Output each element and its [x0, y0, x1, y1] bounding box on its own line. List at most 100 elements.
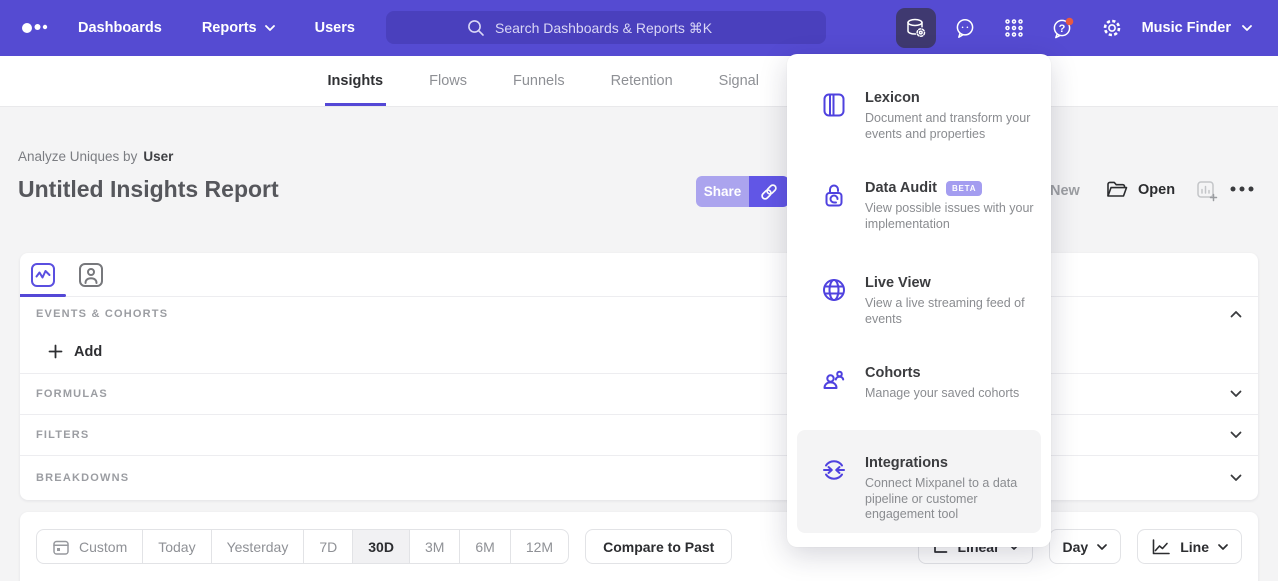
chevron-down-icon — [1230, 431, 1242, 439]
chevron-down-icon — [1097, 544, 1107, 550]
tab-insights[interactable]: Insights — [328, 56, 384, 106]
menu-item-title: Integrations — [865, 455, 1037, 471]
share-button-group: Share — [696, 176, 789, 207]
report-title[interactable]: Untitled Insights Report — [18, 176, 279, 203]
settings-button[interactable] — [1092, 8, 1132, 48]
date-range-today[interactable]: Today — [142, 530, 210, 563]
mixpanel-app: Dashboards Reports Users — [0, 0, 1278, 581]
apps-button[interactable] — [994, 8, 1034, 48]
project-switcher[interactable]: Music Finder — [1142, 0, 1252, 56]
notification-dot — [1066, 18, 1074, 26]
lexicon-book-icon — [821, 92, 847, 118]
add-to-board-button[interactable] — [1196, 180, 1218, 202]
menu-item-lexicon[interactable]: Lexicon Document and transform your even… — [821, 90, 1035, 142]
add-to-board-icon — [1196, 180, 1218, 202]
mixpanel-logo-icon[interactable] — [20, 20, 50, 36]
nav-reports[interactable]: Reports — [202, 20, 275, 36]
insights-view-tab[interactable] — [30, 262, 56, 288]
breakdowns-section-row[interactable]: BREAKDOWNS — [20, 455, 1258, 500]
plus-icon — [48, 344, 63, 359]
svg-text:?: ? — [1059, 23, 1066, 35]
date-range-30d[interactable]: 30D — [352, 530, 409, 563]
data-management-button[interactable] — [896, 8, 936, 48]
tab-signal[interactable]: Signal — [719, 56, 759, 106]
new-report-button[interactable]: New — [1050, 183, 1080, 199]
date-range-7d[interactable]: 7D — [303, 530, 352, 563]
menu-item-desc: View possible issues with your implement… — [865, 201, 1037, 232]
chart-controls-row: Custom Today Yesterday 7D 30D 3M 6M 12M … — [36, 529, 1242, 564]
collapse-events-button[interactable] — [1230, 310, 1242, 318]
analyze-prefix: Analyze Uniques by — [18, 149, 137, 164]
date-range-6m[interactable]: 6M — [459, 530, 509, 563]
menu-item-title: Cohorts — [865, 365, 1037, 381]
calendar-icon — [52, 538, 70, 556]
chevron-down-icon — [1218, 544, 1228, 550]
menu-item-live-view[interactable]: Live View View a live streaming feed of … — [821, 275, 1035, 327]
analyze-entity[interactable]: User — [143, 149, 173, 164]
line-chart-icon — [1151, 538, 1171, 556]
chart-controls-card: Custom Today Yesterday 7D 30D 3M 6M 12M … — [20, 512, 1258, 581]
profiles-view-tab[interactable] — [78, 262, 104, 288]
menu-item-integrations[interactable]: Integrations Connect Mixpanel to a data … — [821, 455, 1035, 523]
insights-chart-icon — [30, 262, 56, 288]
events-add-row: Add — [20, 330, 1258, 373]
chart-type-dropdown[interactable]: Line — [1137, 529, 1242, 564]
nav-icon-cluster: ? — [896, 8, 1132, 48]
live-view-globe-icon — [821, 277, 847, 303]
beta-badge: BETA — [946, 181, 982, 196]
more-dots-icon — [1230, 186, 1254, 192]
compare-to-past-button[interactable]: Compare to Past — [585, 529, 732, 564]
formulas-section-row[interactable]: FORMULAS — [20, 373, 1258, 414]
search-bar[interactable] — [386, 11, 826, 44]
data-audit-lock-icon — [821, 182, 847, 210]
events-cohorts-label: EVENTS & COHORTS — [36, 308, 168, 320]
search-icon — [467, 19, 485, 37]
date-range-segmented-control: Custom Today Yesterday 7D 30D 3M 6M 12M — [36, 529, 569, 564]
chevron-down-icon — [1230, 390, 1242, 398]
report-tabbar: Insights Flows Funnels Retention Signal … — [0, 56, 1278, 107]
cohorts-people-icon — [821, 367, 847, 393]
help-button[interactable]: ? — [1043, 8, 1083, 48]
interval-dropdown[interactable]: Day — [1049, 529, 1122, 564]
add-event-button[interactable]: Add — [48, 344, 102, 360]
data-management-menu: Lexicon Document and transform your even… — [787, 54, 1051, 547]
open-report-button[interactable]: Open — [1106, 180, 1175, 199]
tab-funnels[interactable]: Funnels — [513, 56, 565, 106]
copy-link-button[interactable] — [749, 176, 789, 207]
menu-item-data-audit[interactable]: Data Audit BETA View possible issues wit… — [821, 180, 1035, 232]
tab-flows[interactable]: Flows — [429, 56, 467, 106]
nav-users[interactable]: Users — [315, 20, 355, 36]
more-options-button[interactable] — [1230, 186, 1254, 192]
menu-item-title: Lexicon — [865, 90, 1037, 106]
settings-gear-icon — [1101, 17, 1123, 39]
date-range-yesterday[interactable]: Yesterday — [211, 530, 304, 563]
filters-label: FILTERS — [36, 429, 89, 441]
share-button[interactable]: Share — [696, 176, 749, 207]
expand-breakdowns-button[interactable] — [1230, 474, 1242, 482]
expand-filters-button[interactable] — [1230, 431, 1242, 439]
menu-item-desc: Document and transform your events and p… — [865, 111, 1037, 142]
chevron-up-icon — [1230, 310, 1242, 318]
analyze-line: Analyze Uniques by User — [18, 149, 173, 164]
menu-item-title: Live View — [865, 275, 1037, 291]
chevron-down-icon — [265, 25, 275, 31]
top-nav: Dashboards Reports Users — [0, 0, 1278, 56]
search-input[interactable] — [495, 20, 745, 36]
menu-item-cohorts[interactable]: Cohorts Manage your saved cohorts — [821, 365, 1035, 402]
filters-section-row[interactable]: FILTERS — [20, 414, 1258, 455]
chevron-down-icon — [1230, 474, 1242, 482]
integrations-sync-icon — [821, 457, 847, 483]
date-range-12m[interactable]: 12M — [510, 530, 568, 563]
expand-formulas-button[interactable] — [1230, 390, 1242, 398]
feedback-button[interactable] — [945, 8, 985, 48]
nav-dashboards[interactable]: Dashboards — [78, 20, 162, 36]
builder-view-tabs — [20, 253, 1258, 297]
menu-item-desc: View a live streaming feed of events — [865, 296, 1037, 327]
events-cohorts-section-header: EVENTS & COHORTS — [20, 297, 1258, 330]
menu-item-desc: Manage your saved cohorts — [865, 386, 1037, 402]
date-range-3m[interactable]: 3M — [409, 530, 459, 563]
link-icon — [759, 182, 779, 202]
tab-retention[interactable]: Retention — [611, 56, 673, 106]
query-builder-card: EVENTS & COHORTS Add FORMULAS FILTERS BR… — [20, 253, 1258, 500]
date-range-custom[interactable]: Custom — [37, 530, 142, 563]
